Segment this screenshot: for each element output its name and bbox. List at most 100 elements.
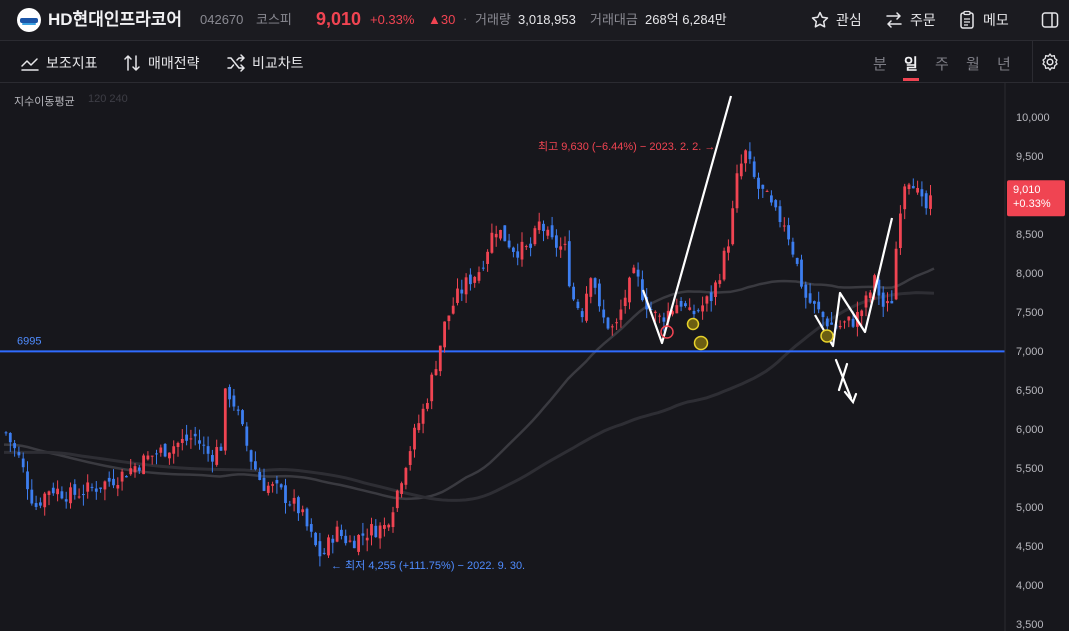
candle-body [516,251,520,258]
candle-body [598,283,601,307]
candle-body [21,458,25,468]
period-minute[interactable]: 분 [873,53,887,74]
candle-body [413,427,416,450]
candle-body [572,286,575,300]
candle-body [615,322,618,324]
candle-body [395,490,399,509]
change-percent: +0.33% [370,12,415,27]
candle-body [477,272,481,281]
candle-body [503,225,507,242]
candle-body [271,484,274,486]
up-down-arrows-icon [124,55,140,71]
gear-icon [1042,53,1058,71]
volume-label: 거래량 [475,12,511,27]
candle-body [778,206,782,223]
candle-body [378,525,382,539]
candle-body [537,221,541,231]
company-logo [17,8,41,32]
candle-body [314,532,317,546]
panel-toggle-button[interactable] [1040,8,1060,32]
order-label: 주문 [910,12,936,28]
candle-body [787,225,790,240]
candle-body [125,476,128,478]
candle-body [843,321,846,323]
price-chart[interactable]: 6995 10,0009,5009,0008,5008,0007,5007,00… [0,83,1069,631]
candle-body [4,432,8,434]
candlestick-series [4,142,932,567]
candle-body [460,289,464,294]
candle-body [331,538,335,543]
candle-body [748,151,752,160]
candle-body [60,491,64,499]
candle-body [473,276,477,283]
candle-body [619,309,623,320]
current-price-tag-change: +0.33% [1013,198,1051,210]
separator: · [463,11,468,26]
candle-body [860,310,864,317]
candle-body [589,278,593,297]
candle-body [202,444,206,446]
candle-body [851,318,855,327]
candle-body [924,193,928,209]
candle-body [387,524,391,528]
candle-body [567,241,571,287]
candle-body [636,269,640,277]
drawn-v-stroke [641,95,733,345]
compare-label: 비교차트 [252,55,304,71]
candle-body [602,309,606,318]
candle-body [322,552,326,554]
candle-body [795,257,799,264]
trend-chart-icon [21,58,39,71]
candle-body [451,305,455,314]
candle-body [370,524,373,536]
candle-body [374,525,378,538]
candle-body [714,282,717,298]
period-month[interactable]: 월 [966,53,980,74]
period-year[interactable]: 년 [997,53,1011,74]
candle-body [64,499,68,502]
candle-body [241,410,244,425]
marker-circle-yellow [820,329,834,343]
period-day[interactable]: 일 [904,53,918,74]
watchlist-button[interactable]: 관심 [810,8,862,32]
candle-body [550,225,554,238]
sidebar-panel-icon [1041,12,1059,28]
strategy-button[interactable]: 매매전략 [122,53,200,73]
candle-body [675,305,679,314]
active-period-indicator [903,78,919,81]
candle-body [391,512,395,528]
indicators-button[interactable]: 보조지표 [20,53,98,73]
period-week[interactable]: 주 [935,53,949,74]
chart-settings-button[interactable] [1040,52,1060,72]
candle-body [782,225,786,227]
candle-body [593,278,597,288]
candle-body [361,533,365,536]
candle-body [744,150,747,164]
current-price-tag-price: 9,010 [1013,184,1041,196]
candle-body [559,246,563,250]
candle-body [408,451,412,465]
candle-body [739,163,743,177]
ma-periods: 120 240 [88,93,128,105]
candle-body [821,311,825,318]
candle-body [327,537,330,556]
candle-body [481,267,485,269]
candle-body [443,321,446,348]
stock-code: 042670 [200,12,244,27]
order-button[interactable]: 주문 [884,8,936,32]
candle-body [335,526,339,542]
candle-body [404,467,408,485]
stock-name: HD현대인프라코어 [48,10,183,29]
candle-body [206,446,210,454]
memo-button[interactable]: 메모 [957,8,1009,32]
candle-body [825,318,829,327]
candle-body [727,246,730,253]
ma-indicator-label: 지수이동평균 [14,96,75,108]
candle-body [731,208,735,245]
candle-body [692,310,696,315]
compare-button[interactable]: 비교차트 [226,53,304,73]
candle-body [438,345,442,372]
candle-body [112,478,115,486]
candle-body [469,274,472,285]
candle-body [348,540,352,542]
